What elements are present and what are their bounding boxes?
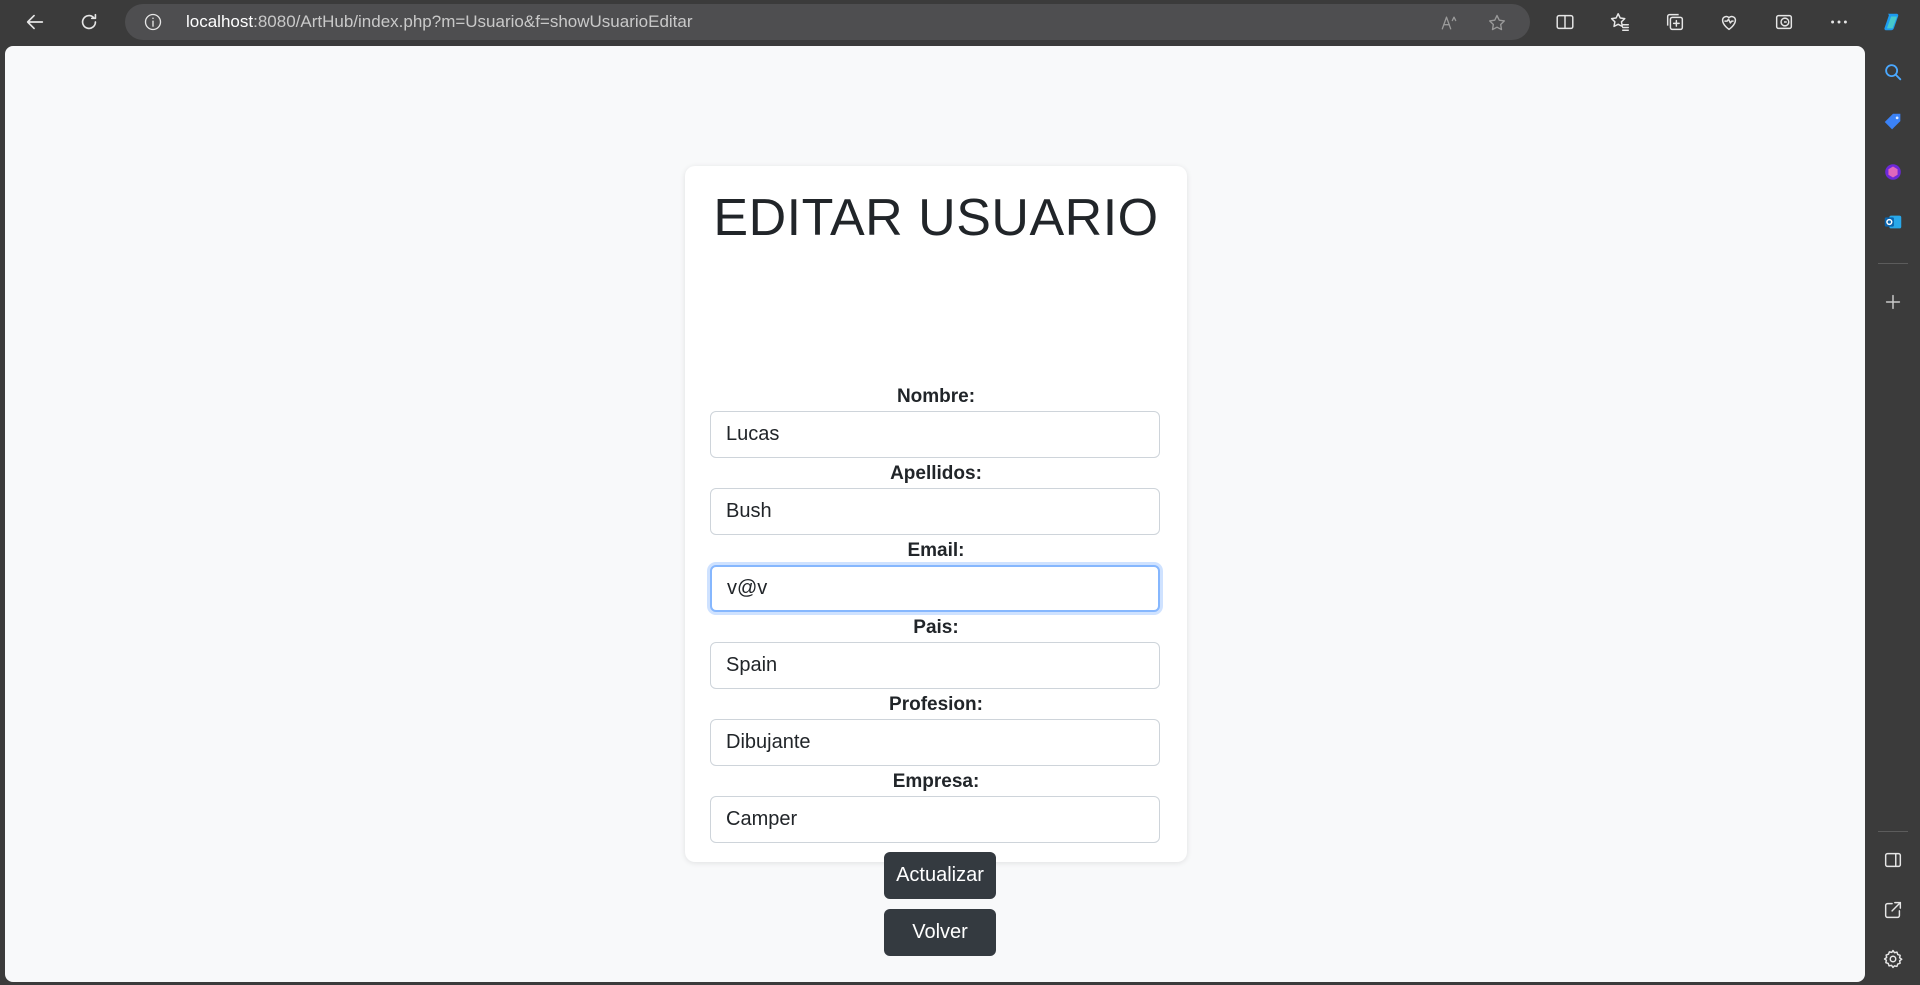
page-title: EDITAR USUARIO — [713, 189, 1159, 247]
favorites-icon — [1610, 13, 1629, 31]
nombre-label: Nombre: — [896, 386, 976, 407]
url-host: localhost — [186, 12, 254, 31]
browser-toolbar: localhost:8080/ArtHub/index.php?m=Usuari… — [0, 0, 1920, 44]
sidebar-search-button[interactable] — [1875, 54, 1911, 90]
collections-icon — [1666, 13, 1684, 31]
open-external-button[interactable] — [1875, 892, 1911, 928]
back-button[interactable] — [17, 4, 53, 40]
url-text[interactable]: localhost:8080/ArtHub/index.php?m=Usuari… — [186, 4, 693, 40]
more-options-button[interactable] — [1821, 4, 1857, 40]
sidebar-divider — [1878, 831, 1908, 832]
sidebar-outlook-button[interactable] — [1875, 204, 1911, 240]
outlook-icon — [1884, 215, 1902, 229]
edit-user-form: EDITAR USUARIO Nombre: Apellidos: Email:… — [685, 166, 1187, 956]
pais-label: Pais: — [913, 617, 959, 638]
refresh-button[interactable] — [71, 4, 107, 40]
empresa-label: Empresa: — [892, 771, 980, 792]
back-arrow-icon — [26, 14, 44, 30]
more-options-icon — [1831, 20, 1847, 24]
office-icon — [1885, 164, 1901, 180]
apellidos-label: Apellidos: — [890, 463, 982, 484]
copilot-icon — [1884, 13, 1899, 31]
email-label: Email: — [907, 540, 965, 561]
search-icon — [1885, 64, 1902, 81]
empresa-input[interactable] — [710, 796, 1160, 843]
performance-icon — [1775, 14, 1793, 30]
sidebar-toggle-icon — [1884, 852, 1902, 868]
read-aloud-button[interactable] — [1437, 11, 1461, 35]
browser-sidebar — [1866, 44, 1920, 985]
copilot-button[interactable] — [1874, 4, 1910, 40]
pais-input[interactable] — [710, 642, 1160, 689]
email-input[interactable] — [710, 565, 1160, 612]
site-info-icon[interactable] — [143, 12, 163, 32]
profesion-input[interactable] — [710, 719, 1160, 766]
sidebar-toggle-button[interactable] — [1875, 842, 1911, 878]
favorite-star-icon — [1489, 14, 1505, 31]
browser-essentials-icon — [1721, 15, 1737, 31]
settings-button[interactable] — [1875, 941, 1911, 977]
sidebar-office-button[interactable] — [1875, 154, 1911, 190]
split-screen-button[interactable] — [1547, 4, 1583, 40]
nombre-input[interactable] — [710, 411, 1160, 458]
external-link-icon — [1884, 901, 1902, 919]
sidebar-add-button[interactable] — [1875, 284, 1911, 320]
address-bar[interactable]: localhost:8080/ArtHub/index.php?m=Usuari… — [125, 4, 1530, 40]
collections-button[interactable] — [1657, 4, 1693, 40]
profesion-label: Profesion: — [889, 694, 983, 715]
favorites-button[interactable] — [1602, 4, 1638, 40]
refresh-icon — [81, 13, 97, 30]
performance-button[interactable] — [1766, 4, 1802, 40]
sidebar-shopping-button[interactable] — [1875, 104, 1911, 140]
update-button[interactable]: Actualizar — [884, 852, 996, 899]
url-path: :8080/ArtHub/index.php?m=Usuario&f=showU… — [253, 12, 693, 31]
settings-icon — [1883, 949, 1903, 969]
read-aloud-icon — [1441, 16, 1457, 30]
apellidos-input[interactable] — [710, 488, 1160, 535]
add-icon — [1885, 294, 1901, 310]
back-button[interactable]: Volver — [884, 909, 996, 956]
page-viewport: EDITAR USUARIO Nombre: Apellidos: Email:… — [5, 46, 1865, 982]
shopping-tag-icon — [1884, 113, 1901, 130]
sidebar-divider — [1878, 263, 1908, 264]
split-screen-icon — [1556, 14, 1574, 30]
browser-essentials-button[interactable] — [1711, 4, 1747, 40]
favorite-button[interactable] — [1485, 11, 1509, 35]
